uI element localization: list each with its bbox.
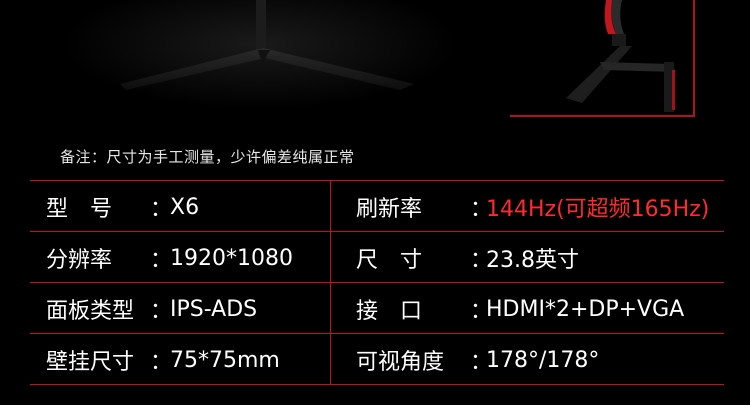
spec-table: 型 号 ： X6 刷新率 ： 144Hz(可超频165Hz) 分辨率 ： 192… — [30, 180, 724, 385]
table-divider — [30, 384, 724, 385]
spec-value-panel-type: IPS-ADS — [170, 296, 258, 322]
spec-row: 型 号 ： X6 刷新率 ： 144Hz(可超频165Hz) — [30, 183, 724, 231]
spec-row: 分辨率 ： 1920*1080 尺 寸 ： 23.8英寸 — [30, 234, 724, 282]
spec-colon: ： — [150, 197, 173, 222]
spec-value-resolution: 1920*1080 — [170, 245, 293, 271]
table-divider — [30, 231, 724, 232]
spec-value-model: X6 — [170, 194, 200, 220]
spec-label-refresh-rate: 刷新率 — [356, 197, 423, 222]
table-divider — [30, 333, 724, 334]
spec-label-panel-type: 面板类型 — [46, 299, 135, 324]
spec-value-size: 23.8英寸 — [486, 248, 579, 273]
spec-label-viewing-angle: 可视角度 — [356, 350, 445, 375]
spec-colon: ： — [150, 248, 173, 273]
spec-label-size: 尺 寸 — [356, 248, 423, 273]
product-image-area — [0, 0, 750, 135]
spec-colon: ： — [150, 350, 173, 375]
spec-value-wall-mount: 75*75mm — [170, 347, 280, 373]
spec-row: 面板类型 ： IPS-ADS 接 口 ： HDMI*2+DP+VGA — [30, 285, 724, 333]
measurement-note: 备注：尺寸为手工测量，少许偏差纯属正常 — [60, 148, 355, 166]
spec-row: 壁挂尺寸 ： 75*75mm 可视角度 ： 178°/178° — [30, 336, 724, 384]
spec-label-ports: 接 口 — [356, 299, 423, 324]
spec-label-wall-mount: 壁挂尺寸 — [46, 350, 135, 375]
spec-value-viewing-angle: 178°/178° — [486, 347, 600, 373]
spec-colon: ： — [150, 299, 173, 324]
table-divider — [30, 180, 724, 181]
spec-value-refresh-rate: 144Hz(可超频165Hz) — [486, 197, 710, 222]
table-divider — [30, 282, 724, 283]
spec-label-resolution: 分辨率 — [46, 248, 113, 273]
spec-label-model: 型 号 — [46, 197, 113, 222]
monitor-stand-side-image — [566, 0, 676, 112]
spec-value-ports: HDMI*2+DP+VGA — [486, 296, 685, 322]
